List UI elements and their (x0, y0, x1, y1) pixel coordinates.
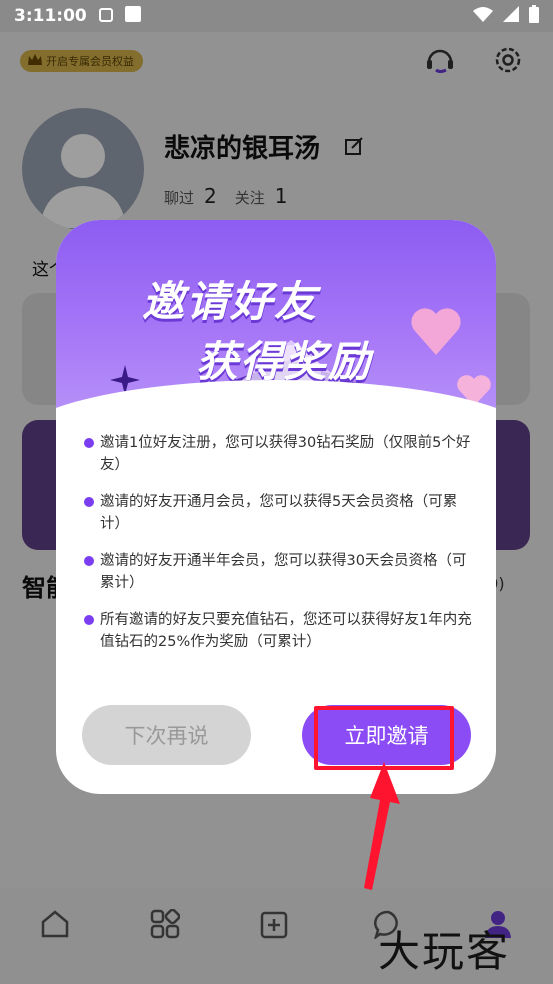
reward-rules-list: 邀请1位好友注册，您可以获得30钻石奖励（仅限前5个好友） 邀请的好友开通月会员… (84, 432, 476, 668)
heart-balloon-icon (411, 308, 461, 355)
highlight-box (314, 706, 454, 770)
bullet-dot (84, 615, 94, 625)
rule-item: 所有邀请的好友只要充值钻石，您还可以获得好友1年内充值钻石的25%作为奖励（可累… (84, 609, 476, 653)
later-button[interactable]: 下次再说 (82, 705, 251, 765)
notification-a-icon (98, 7, 113, 26)
bullet-dot (84, 438, 94, 448)
dialog-banner: 邀请好友 获得奖励 (56, 220, 496, 500)
rule-item: 邀请的好友开通月会员，您可以获得5天会员资格（可累计） (84, 491, 476, 535)
rule-item: 邀请的好友开通半年会员，您可以获得30天会员资格（可累计） (84, 550, 476, 594)
banner-title-line1: 邀请好友 (142, 277, 319, 326)
status-time: 3:11:00 (14, 6, 87, 26)
rule-text: 邀请1位好友注册，您可以获得30钻石奖励（仅限前5个好友） (100, 435, 471, 473)
bullet-dot (84, 497, 94, 507)
rule-text: 邀请的好友开通月会员，您可以获得5天会员资格（可累计） (100, 494, 458, 532)
battery-icon (529, 5, 539, 27)
signal-icon (503, 6, 519, 26)
status-bar: 3:11:00 (0, 0, 553, 32)
rule-text: 所有邀请的好友只要充值钻石，您还可以获得好友1年内充值钻石的25%作为奖励（可累… (100, 612, 472, 650)
rule-item: 邀请1位好友注册，您可以获得30钻石奖励（仅限前5个好友） (84, 432, 476, 476)
wifi-icon (473, 6, 493, 26)
notification-square-icon (124, 6, 141, 26)
rule-text: 邀请的好友开通半年会员，您可以获得30天会员资格（可累计） (100, 553, 467, 591)
red-arrow-annotation (364, 762, 400, 890)
watermark-text: 大玩客 (378, 927, 511, 976)
bullet-dot (84, 556, 94, 566)
